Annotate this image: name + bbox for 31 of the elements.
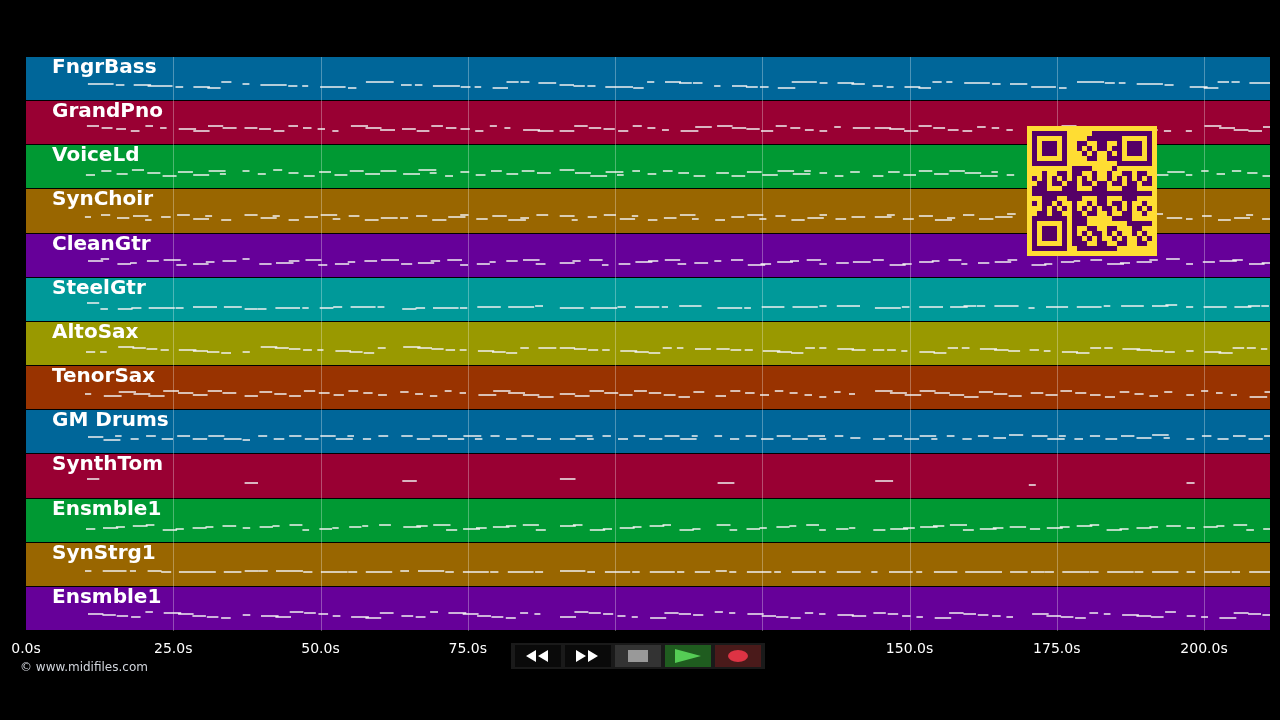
stop-button[interactable] — [615, 645, 661, 667]
rewind-button[interactable] — [515, 645, 561, 667]
play-button[interactable] — [665, 645, 711, 667]
time-tick-label: 25.0s — [154, 639, 193, 658]
rewind-icon — [526, 650, 550, 662]
play-icon — [675, 649, 701, 663]
track-name: AltoSax — [52, 317, 139, 344]
track-name: Ensmble1 — [52, 582, 162, 609]
track-name: FngrBass — [52, 53, 157, 79]
time-tick-label: 200.0s — [1180, 639, 1228, 658]
track-name: SteelGtr — [52, 273, 146, 300]
stop-icon — [628, 650, 648, 662]
record-icon — [727, 650, 749, 662]
track-name: VoiceLd — [52, 141, 140, 168]
time-tick-label: 175.0s — [1033, 639, 1081, 658]
credit-text: © www.midifiles.com — [20, 659, 148, 676]
fast-forward-button[interactable] — [565, 645, 611, 667]
record-button[interactable] — [715, 645, 761, 667]
track-name: TenorSax — [52, 362, 156, 389]
time-tick-label: 0.0s — [11, 639, 41, 658]
time-tick-label: 75.0s — [448, 639, 487, 658]
track-name: GrandPno — [52, 97, 163, 124]
time-tick-label: 150.0s — [885, 639, 934, 658]
track-name: SynthTom — [52, 450, 164, 477]
track-name: SynChoir — [52, 185, 154, 212]
track-name: SynStrg1 — [52, 538, 156, 565]
time-tick-label: 50.0s — [301, 639, 340, 658]
track-name: CleanGtr — [52, 229, 151, 256]
fast-forward-icon — [576, 650, 600, 662]
track-name: GM Drums — [52, 406, 169, 433]
track-name: Ensmble1 — [52, 494, 162, 521]
